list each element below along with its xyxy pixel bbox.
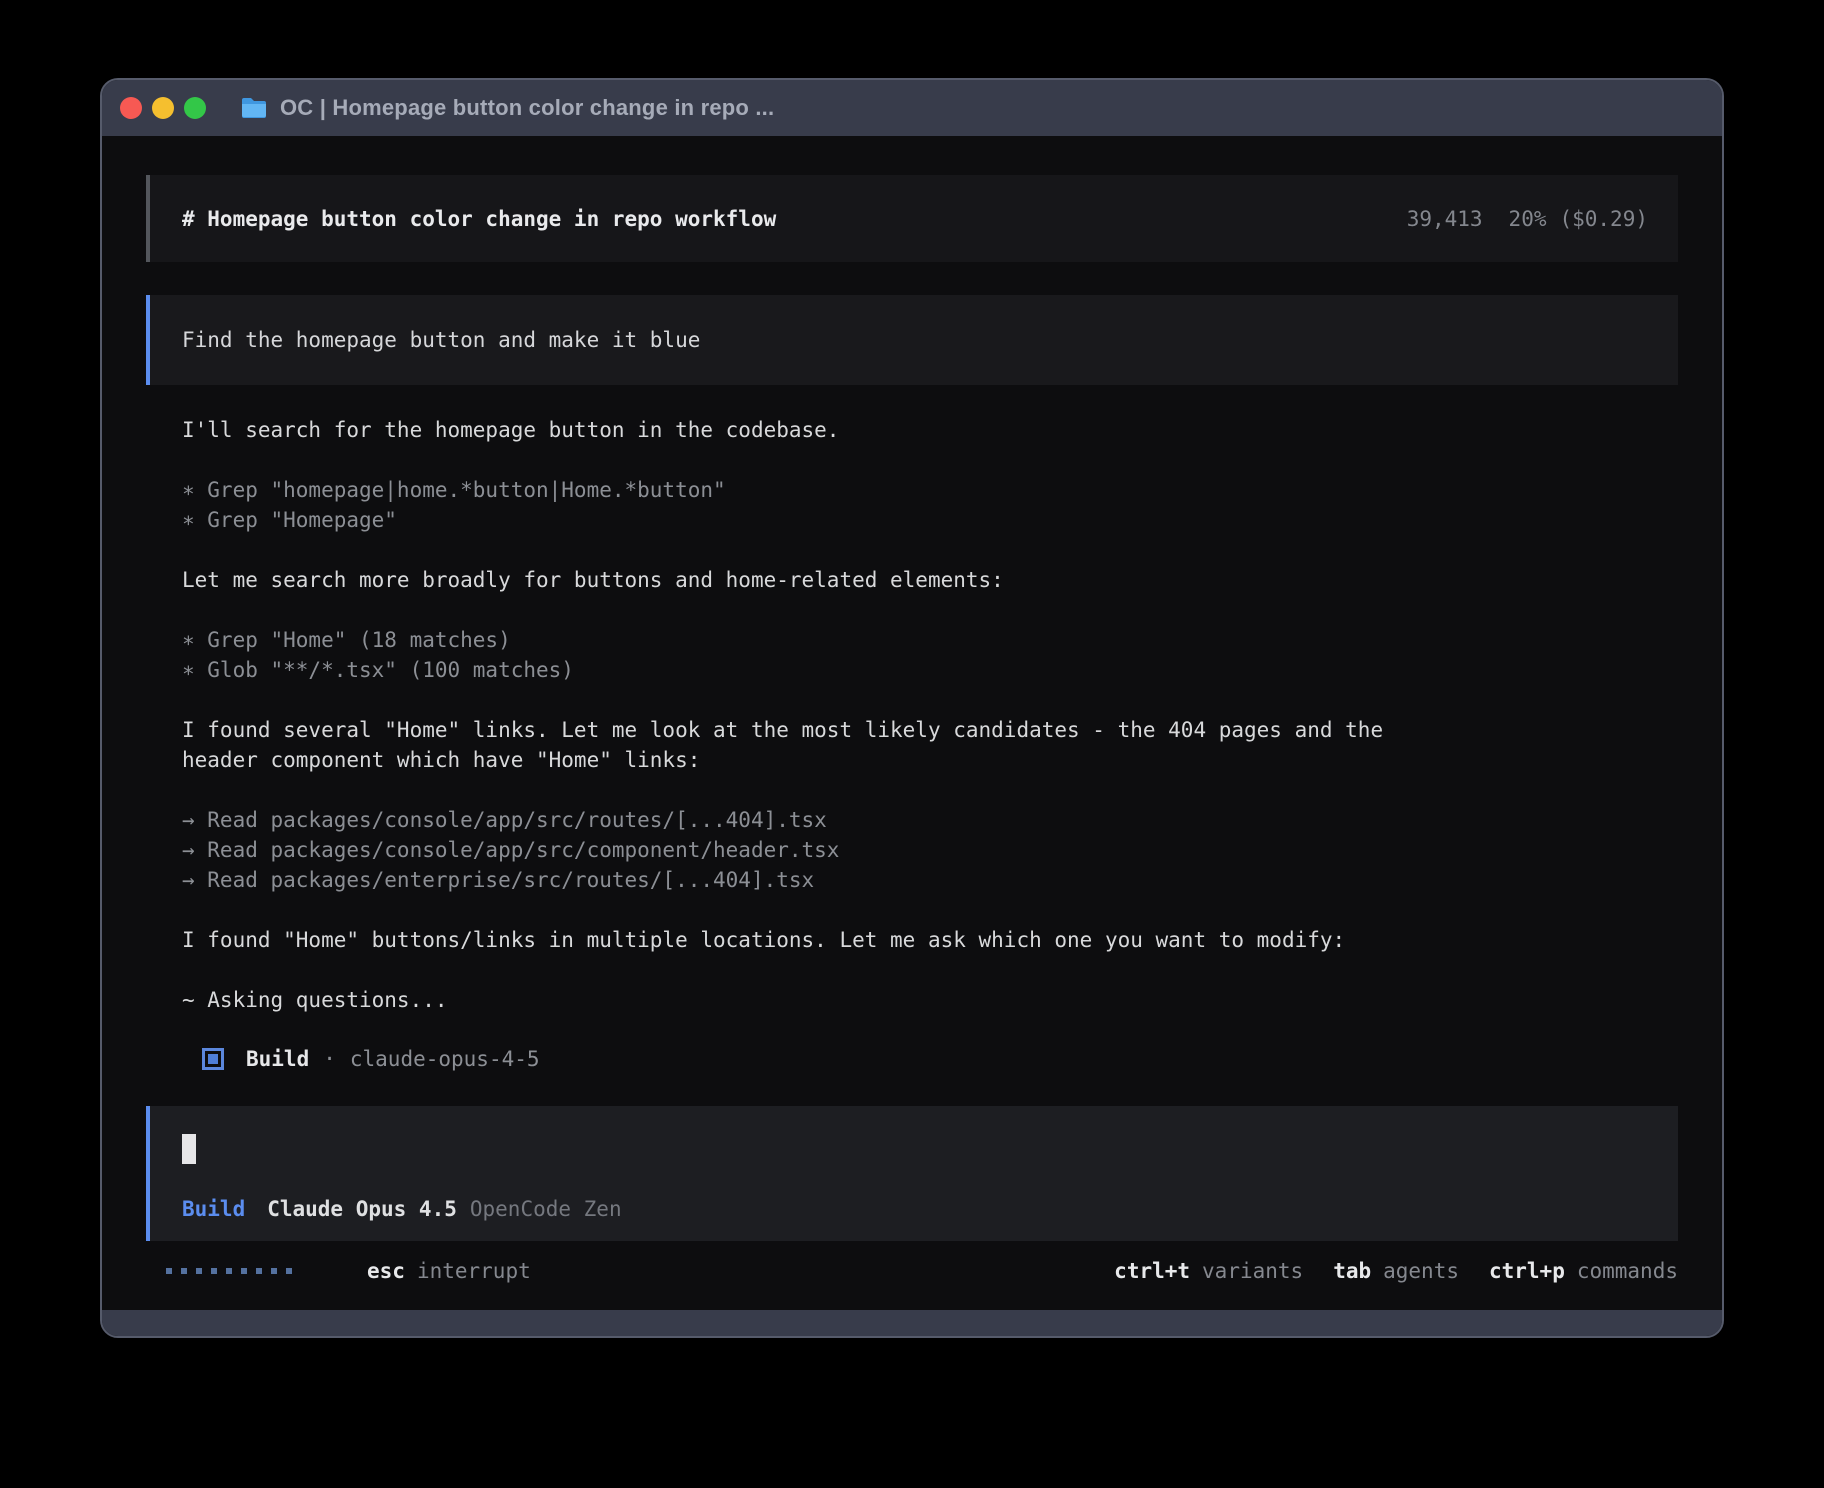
interrupt-label: interrupt bbox=[417, 1256, 531, 1286]
input-provider-label: OpenCode Zen bbox=[470, 1194, 622, 1224]
desktop: OC | Homepage button color change in rep… bbox=[0, 0, 1824, 1488]
agents-label: agents bbox=[1383, 1256, 1459, 1286]
zoom-button[interactable] bbox=[184, 97, 206, 119]
tool-call: → Read packages/enterprise/src/routes/[.… bbox=[182, 865, 1422, 895]
session-stats: 39,413 20% ($0.29) bbox=[1407, 204, 1648, 234]
titlebar: OC | Homepage button color change in rep… bbox=[102, 80, 1722, 136]
session-header: # Homepage button color change in repo w… bbox=[146, 175, 1678, 262]
minimize-button[interactable] bbox=[152, 97, 174, 119]
ctrl-t-key: ctrl+t bbox=[1114, 1256, 1190, 1286]
prompt-input[interactable]: Build Claude Opus 4.5 OpenCode Zen bbox=[146, 1106, 1678, 1241]
user-message-text: Find the homepage button and make it blu… bbox=[182, 325, 700, 355]
hint-variants: ctrl+t variants bbox=[1114, 1256, 1303, 1286]
terminal-content: # Homepage button color change in repo w… bbox=[102, 136, 1722, 1310]
session-title: # Homepage button color change in repo w… bbox=[182, 204, 776, 234]
tool-call: ∗ Grep "Homepage" bbox=[182, 505, 1422, 535]
keybind-bar-left: esc interrupt bbox=[166, 1256, 531, 1286]
input-mode-label: Build bbox=[182, 1194, 245, 1224]
assistant-text: Let me search more broadly for buttons a… bbox=[182, 565, 1422, 595]
variants-label: variants bbox=[1202, 1256, 1303, 1286]
window-title: OC | Homepage button color change in rep… bbox=[280, 95, 774, 121]
agent-name: Build bbox=[246, 1044, 309, 1074]
close-button[interactable] bbox=[120, 97, 142, 119]
model-name: claude-opus-4-5 bbox=[350, 1044, 540, 1074]
tool-call: ∗ Grep "homepage|home.*button|Home.*butt… bbox=[182, 475, 1422, 505]
agent-build-icon bbox=[202, 1048, 224, 1070]
hint-agents: tab agents bbox=[1333, 1256, 1459, 1286]
commands-label: commands bbox=[1577, 1256, 1678, 1286]
status-separator: · bbox=[323, 1044, 336, 1074]
terminal-window: OC | Homepage button color change in rep… bbox=[100, 78, 1724, 1338]
folder-icon bbox=[240, 96, 268, 120]
tool-call: → Read packages/console/app/src/routes/[… bbox=[182, 805, 1422, 835]
tool-call: ∗ Glob "**/*.tsx" (100 matches) bbox=[182, 655, 1422, 685]
context-percent: 20% bbox=[1509, 204, 1547, 234]
input-model-label: Claude Opus 4.5 bbox=[267, 1194, 457, 1224]
esc-key: esc bbox=[367, 1256, 405, 1286]
tool-call: → Read packages/console/app/src/componen… bbox=[182, 835, 1422, 865]
session-cost: ($0.29) bbox=[1559, 204, 1648, 234]
assistant-text: I found several "Home" links. Let me loo… bbox=[182, 715, 1422, 775]
text-cursor bbox=[182, 1134, 196, 1164]
window-bottom-strip bbox=[102, 1310, 1722, 1336]
token-count: 39,413 bbox=[1407, 204, 1483, 234]
agent-status-line: Build · claude-opus-4-5 bbox=[202, 1044, 1678, 1074]
tool-call: ∗ Grep "Home" (18 matches) bbox=[182, 625, 1422, 655]
ctrl-p-key: ctrl+p bbox=[1489, 1256, 1565, 1286]
keybind-bar: esc interrupt ctrl+t variants tab agents… bbox=[146, 1256, 1678, 1286]
assistant-text: I found "Home" buttons/links in multiple… bbox=[182, 925, 1422, 955]
input-meta: Build Claude Opus 4.5 OpenCode Zen bbox=[182, 1194, 1646, 1224]
tab-key: tab bbox=[1333, 1256, 1371, 1286]
assistant-text: I'll search for the homepage button in t… bbox=[182, 415, 1422, 445]
user-message: Find the homepage button and make it blu… bbox=[146, 295, 1678, 385]
spinner-dots bbox=[166, 1268, 301, 1274]
keybind-bar-right: ctrl+t variants tab agents ctrl+p comman… bbox=[1114, 1256, 1678, 1286]
hint-interrupt: esc interrupt bbox=[367, 1256, 531, 1286]
assistant-transcript: I'll search for the homepage button in t… bbox=[182, 415, 1422, 1015]
hint-commands: ctrl+p commands bbox=[1489, 1256, 1678, 1286]
assistant-status-text: ~ Asking questions... bbox=[182, 985, 1422, 1015]
